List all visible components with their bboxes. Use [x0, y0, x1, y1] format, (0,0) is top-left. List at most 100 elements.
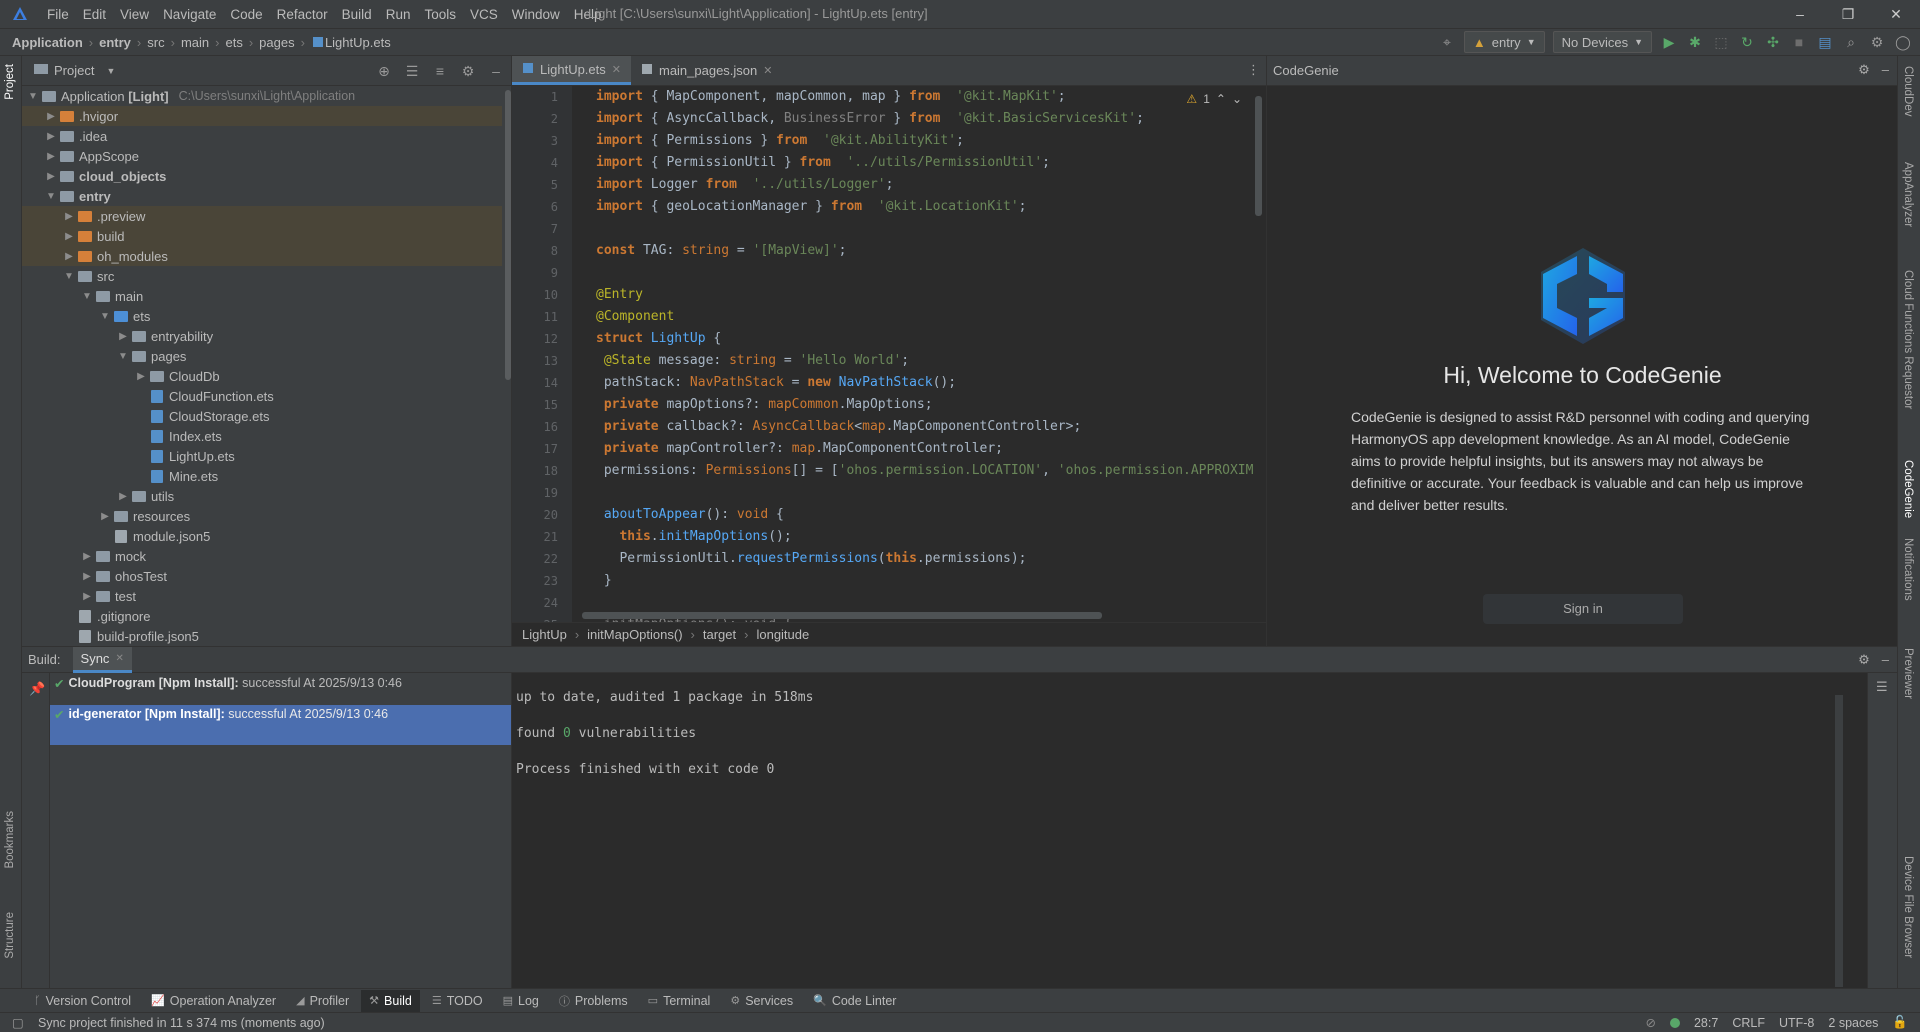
- breadcrumb-item[interactable]: src: [147, 35, 164, 50]
- chevron-right-icon[interactable]: ▶: [44, 171, 58, 182]
- tree-node[interactable]: ▼ Application [Light] C:\Users\sunxi\Light…: [22, 86, 502, 106]
- tree-node[interactable]: ▼ entry: [22, 186, 502, 206]
- code-line[interactable]: [572, 218, 1266, 240]
- toolwindow-code-linter[interactable]: 🔍 Code Linter: [805, 990, 904, 1012]
- tree-node[interactable]: ▶ AppScope: [22, 146, 502, 166]
- chevron-right-icon[interactable]: ▶: [134, 371, 148, 382]
- code-line[interactable]: import { Permissions } from '@kit.Abilit…: [572, 130, 1266, 152]
- line-ending[interactable]: CRLF: [1732, 1016, 1765, 1030]
- tree-node[interactable]: ▶ cloud_objects: [22, 166, 502, 186]
- expand-all-icon[interactable]: ☰: [403, 62, 421, 80]
- code-line[interactable]: [572, 592, 1266, 614]
- menu-vcs[interactable]: VCS: [463, 7, 505, 22]
- settings-gear-icon[interactable]: ⚙: [1868, 33, 1886, 51]
- collapse-all-icon[interactable]: ≡: [431, 62, 449, 80]
- tree-node[interactable]: ▶ entryability: [22, 326, 502, 346]
- build-item[interactable]: ✔ id-generator [Npm Install]: successful…: [50, 705, 511, 745]
- code-line[interactable]: private callback?: AsyncCallback<map.Map…: [572, 416, 1266, 438]
- pin-icon[interactable]: 📌: [29, 681, 45, 697]
- chevron-right-icon[interactable]: ▶: [44, 111, 58, 122]
- code-line[interactable]: pathStack: NavPathStack = new NavPathSta…: [572, 372, 1266, 394]
- editor-breadcrumb-item[interactable]: target: [703, 627, 736, 642]
- tree-node[interactable]: ▶ .hvigor: [22, 106, 502, 126]
- menu-view[interactable]: View: [113, 7, 156, 22]
- close-tab-icon[interactable]: ✕: [115, 653, 123, 664]
- apply-changes-icon[interactable]: ↻: [1738, 33, 1756, 51]
- status-indicator-icon[interactable]: [1669, 1017, 1680, 1028]
- toolwindow-log[interactable]: ▤ Log: [495, 990, 547, 1012]
- tree-node[interactable]: ▼ pages: [22, 346, 502, 366]
- editor-vertical-scrollbar[interactable]: [1255, 96, 1262, 216]
- chevron-down-icon[interactable]: ▼: [80, 291, 94, 302]
- chevron-right-icon[interactable]: ▶: [44, 151, 58, 162]
- menu-run[interactable]: Run: [379, 7, 418, 22]
- toolwindow-todo[interactable]: ☰ TODO: [424, 990, 491, 1012]
- menu-window[interactable]: Window: [505, 7, 567, 22]
- chevron-right-icon[interactable]: ▶: [98, 511, 112, 522]
- tree-node[interactable]: ▶ oh_modules: [22, 246, 502, 266]
- tree-node[interactable]: ▶ mock: [22, 546, 502, 566]
- gear-icon[interactable]: ⚙: [1858, 652, 1870, 668]
- close-tab-icon[interactable]: ✕: [763, 64, 772, 77]
- code-line[interactable]: import { AsyncCallback, BusinessError } …: [572, 108, 1266, 130]
- stripe-tab-previewer[interactable]: Previewer: [1902, 648, 1914, 699]
- editor-breadcrumb-item[interactable]: initMapOptions(): [587, 627, 682, 642]
- build-item[interactable]: ✔ CloudProgram [Npm Install]: successful…: [50, 673, 511, 693]
- breadcrumb-item[interactable]: LightUp.ets: [325, 35, 391, 50]
- tab-sync[interactable]: Sync ✕: [72, 646, 132, 673]
- tree-node[interactable]: ▶ utils: [22, 486, 502, 506]
- chevron-up-icon[interactable]: ⌃: [1216, 92, 1226, 106]
- lock-icon[interactable]: 🔓: [1892, 1015, 1908, 1030]
- tree-scrollbar[interactable]: [505, 90, 511, 380]
- status-toggle-icon[interactable]: ▢: [12, 1015, 24, 1030]
- file-encoding[interactable]: UTF-8: [1779, 1016, 1814, 1030]
- toolwindow-profiler[interactable]: ◢ Profiler: [288, 990, 357, 1012]
- toolwindow-problems[interactable]: ⓘ Problems: [551, 990, 636, 1012]
- tree-node[interactable]: CloudFunction.ets: [22, 386, 502, 406]
- breadcrumb-item[interactable]: ets: [225, 35, 242, 50]
- code-line[interactable]: private mapController?: map.MapComponent…: [572, 438, 1266, 460]
- chevron-right-icon[interactable]: ▶: [44, 131, 58, 142]
- code-line[interactable]: }: [572, 570, 1266, 592]
- chevron-right-icon[interactable]: ▶: [80, 591, 94, 602]
- inspection-widget[interactable]: ⚠ 1 ⌃ ⌄: [1186, 92, 1242, 106]
- toolwindow-operation-analyzer[interactable]: 📈 Operation Analyzer: [143, 990, 284, 1012]
- stop-icon[interactable]: ■: [1790, 33, 1808, 51]
- toolwindow-services[interactable]: ⚙ Services: [722, 990, 801, 1012]
- tree-node[interactable]: ▶ CloudDb: [22, 366, 502, 386]
- build-output[interactable]: up to date, audited 1 package in 518ms f…: [512, 673, 1872, 989]
- chevron-right-icon[interactable]: ▶: [116, 491, 130, 502]
- code-line[interactable]: @State message: string = 'Hello World';: [572, 350, 1266, 372]
- chevron-down-icon[interactable]: ▼: [106, 66, 115, 76]
- tree-node[interactable]: CloudStorage.ets: [22, 406, 502, 426]
- breadcrumb-item[interactable]: pages: [259, 35, 294, 50]
- tree-node[interactable]: ▶ test: [22, 586, 502, 606]
- tree-node[interactable]: ▶ resources: [22, 506, 502, 526]
- close-window-button[interactable]: ✕: [1872, 0, 1920, 28]
- code-line[interactable]: import { geoLocationManager } from '@kit…: [572, 196, 1266, 218]
- stripe-tab-device-file-browser[interactable]: Device File Browser: [1902, 856, 1914, 958]
- chevron-down-icon[interactable]: ▼: [26, 91, 40, 102]
- code-line[interactable]: [572, 262, 1266, 284]
- code-line[interactable]: private mapOptions?: mapCommon.MapOption…: [572, 394, 1266, 416]
- stripe-tab-appanalyzer[interactable]: AppAnalyzer: [1902, 162, 1914, 227]
- editor-breadcrumb-item[interactable]: LightUp: [522, 627, 567, 642]
- chevron-down-icon[interactable]: ▼: [62, 271, 76, 282]
- hide-panel-icon[interactable]: –: [487, 62, 505, 80]
- tab-main-pages-json[interactable]: main_pages.json ✕: [631, 56, 783, 85]
- code-line[interactable]: [572, 482, 1266, 504]
- toolwindow-terminal[interactable]: ▭ Terminal: [640, 990, 719, 1012]
- tree-node[interactable]: ▶ .idea: [22, 126, 502, 146]
- minimize-button[interactable]: –: [1776, 0, 1824, 28]
- code-line[interactable]: permissions: Permissions[] = ['ohos.perm…: [572, 460, 1266, 482]
- code-line[interactable]: aboutToAppear(): void {: [572, 504, 1266, 526]
- code-line[interactable]: import { PermissionUtil } from '../utils…: [572, 152, 1266, 174]
- locate-icon[interactable]: ⌖: [1438, 33, 1456, 51]
- chevron-right-icon[interactable]: ▶: [80, 551, 94, 562]
- close-tab-icon[interactable]: ✕: [612, 63, 621, 76]
- tree-node[interactable]: Index.ets: [22, 426, 502, 446]
- tree-node[interactable]: ▼ ets: [22, 306, 502, 326]
- menu-code[interactable]: Code: [223, 7, 269, 22]
- code-line[interactable]: this.initMapOptions();: [572, 526, 1266, 548]
- tree-node[interactable]: ▼ main: [22, 286, 502, 306]
